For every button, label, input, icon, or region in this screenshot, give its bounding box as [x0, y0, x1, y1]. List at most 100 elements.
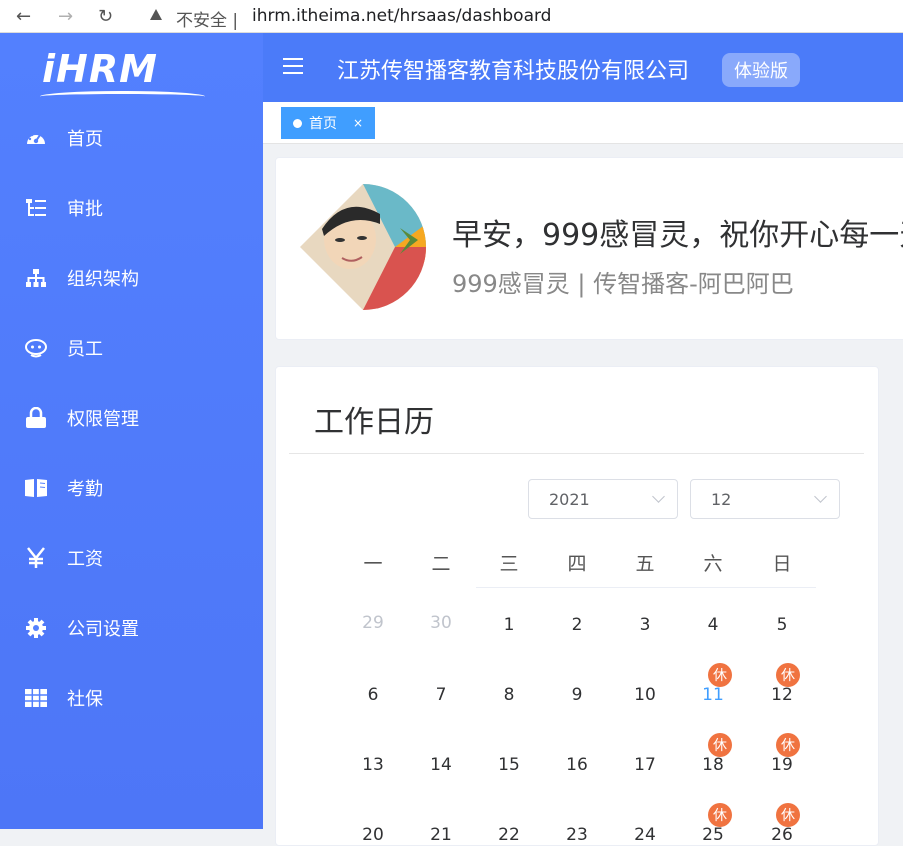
calendar-day[interactable]: 29	[353, 613, 393, 633]
greeting-text: 早安，999感冒灵，祝你开心每一天	[452, 218, 903, 253]
sidebar-item-salary[interactable]: 工资	[0, 533, 263, 583]
yen-icon	[24, 546, 48, 570]
weekday-header: 六	[703, 553, 723, 575]
calendar-day[interactable]: 5	[762, 615, 802, 635]
reload-icon[interactable]: ↻	[98, 6, 113, 27]
calendar-day[interactable]: 22	[489, 825, 529, 845]
calendar-day[interactable]: 20	[353, 825, 393, 845]
close-icon[interactable]: ×	[353, 116, 363, 130]
sidebar-item-label: 员工	[67, 339, 103, 360]
calendar-day[interactable]: 23	[557, 825, 597, 845]
logo[interactable]: iHRM	[42, 47, 158, 91]
sidebar-item-approval[interactable]: 审批	[0, 183, 263, 233]
weekday-header: 五	[635, 553, 655, 575]
active-dot-icon	[293, 118, 302, 128]
calendar-day[interactable]: 8	[489, 685, 529, 705]
divider	[289, 453, 864, 454]
sidebar-item-label: 考勤	[67, 479, 103, 500]
menu-toggle-icon[interactable]	[283, 58, 303, 74]
weekday-header: 日	[772, 553, 792, 575]
calendar-day[interactable]: 4	[693, 615, 733, 635]
tags-view: 首页 ×	[263, 102, 903, 144]
work-calendar-card: 工作日历 2021 12 一 二 三 四 五 六 日 29 30 1 2 3 4…	[275, 366, 879, 846]
sidebar-item-home[interactable]: 首页	[0, 113, 263, 163]
weekday-header: 二	[431, 553, 451, 575]
people-icon	[24, 336, 48, 360]
sidebar-item-label: 权限管理	[67, 409, 139, 430]
weekday-header: 四	[567, 553, 587, 575]
sidebar-item-label: 工资	[67, 549, 103, 570]
calendar-day[interactable]: 1	[489, 615, 529, 635]
month-select[interactable]: 12	[690, 479, 840, 519]
calendar-day[interactable]: 21	[421, 825, 461, 845]
year-value: 2021	[549, 489, 590, 509]
calendar-day[interactable]: 24	[625, 825, 665, 845]
tree-icon	[24, 196, 48, 220]
org-chart-icon	[24, 266, 48, 290]
calendar-day[interactable]: 9	[557, 685, 597, 705]
calendar-day[interactable]: 13	[353, 755, 393, 775]
calendar-day[interactable]: 15	[489, 755, 529, 775]
calendar-day[interactable]: 2	[557, 615, 597, 635]
welcome-card: 早安，999感冒灵，祝你开心每一天 999感冒灵 | 传智播客-阿巴阿巴	[275, 157, 903, 340]
top-header: 江苏传智播客教育科技股份有限公司 体验版	[263, 33, 903, 102]
calendar-day[interactable]: 17	[625, 755, 665, 775]
tag-label: 首页	[309, 116, 337, 132]
sidebar-item-label: 首页	[67, 129, 103, 150]
lock-icon	[24, 406, 48, 430]
sidebar-item-company-settings[interactable]: 公司设置	[0, 603, 263, 653]
chevron-down-icon	[652, 490, 665, 503]
address-bar[interactable]: ihrm.itheima.net/hrsaas/dashboard	[252, 6, 551, 26]
calendar-day[interactable]: 18	[693, 755, 733, 775]
back-icon[interactable]: ←	[16, 6, 31, 27]
avatar[interactable]	[300, 184, 426, 310]
company-name: 江苏传智播客教育科技股份有限公司	[337, 59, 690, 84]
rest-badge: 休	[708, 803, 732, 827]
rest-badge: 休	[776, 663, 800, 687]
calendar-title: 工作日历	[314, 405, 434, 440]
calendar-day[interactable]: 3	[625, 615, 665, 635]
warning-icon[interactable]	[150, 9, 162, 20]
chevron-down-icon	[814, 490, 827, 503]
weekday-divider	[476, 587, 816, 588]
logo-swoosh	[40, 91, 205, 102]
sidebar-item-org[interactable]: 组织架构	[0, 253, 263, 303]
dashboard-icon	[24, 126, 48, 150]
table-icon	[24, 686, 48, 710]
calendar-day[interactable]: 6	[353, 685, 393, 705]
calendar-day[interactable]: 30	[421, 613, 461, 633]
rest-badge: 休	[776, 803, 800, 827]
sidebar-item-label: 社保	[67, 689, 103, 710]
sidebar-item-social-security[interactable]: 社保	[0, 673, 263, 723]
sidebar-item-employees[interactable]: 员工	[0, 323, 263, 373]
forward-icon[interactable]: →	[58, 6, 73, 27]
sidebar-item-attendance[interactable]: 考勤	[0, 463, 263, 513]
trial-badge: 体验版	[722, 53, 800, 87]
rest-badge: 休	[708, 663, 732, 687]
sidebar-item-label: 公司设置	[67, 619, 139, 640]
weekday-header: 三	[499, 553, 519, 575]
rest-badge: 休	[776, 733, 800, 757]
book-icon	[24, 476, 48, 500]
browser-toolbar: ← → ↻ 不安全 | ihrm.itheima.net/hrsaas/dash…	[0, 0, 903, 33]
tag-home[interactable]: 首页 ×	[281, 107, 375, 139]
rest-badge: 休	[708, 733, 732, 757]
year-select[interactable]: 2021	[528, 479, 678, 519]
insecure-label[interactable]: 不安全 |	[176, 6, 238, 31]
gear-icon	[24, 616, 48, 640]
month-value: 12	[711, 489, 732, 509]
calendar-day[interactable]: 19	[762, 755, 802, 775]
sidebar-item-permissions[interactable]: 权限管理	[0, 393, 263, 443]
sidebar-item-label: 组织架构	[67, 269, 139, 290]
calendar-day[interactable]: 14	[421, 755, 461, 775]
calendar-day[interactable]: 12	[762, 685, 802, 705]
calendar-day[interactable]: 7	[421, 685, 461, 705]
calendar-day[interactable]: 16	[557, 755, 597, 775]
weekday-header: 一	[363, 553, 383, 575]
sidebar: iHRM 首页 审批 组织架构 员工 权限管理 考勤 工资 公司设置 社保	[0, 33, 263, 829]
calendar-day-today[interactable]: 11	[693, 685, 733, 705]
calendar-day[interactable]: 10	[625, 685, 665, 705]
calendar-day[interactable]: 26	[762, 825, 802, 845]
sidebar-item-label: 审批	[67, 199, 103, 220]
calendar-day[interactable]: 25	[693, 825, 733, 845]
